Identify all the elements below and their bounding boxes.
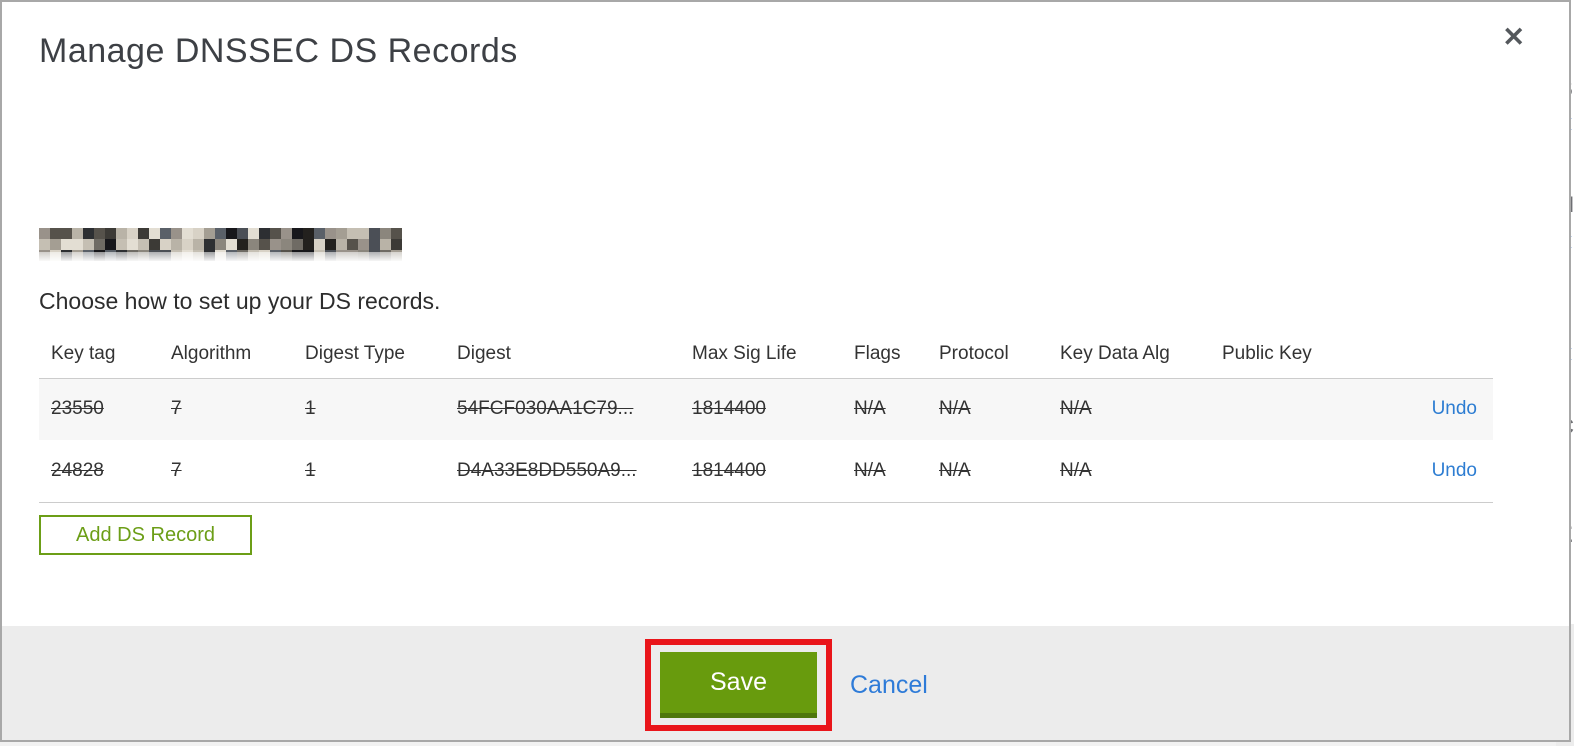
cell-actions: Undo — [1372, 440, 1493, 502]
column-header-flags: Flags — [854, 342, 901, 364]
instruction-text: Choose how to set up your DS records. — [39, 288, 441, 314]
cell-public-key — [1222, 378, 1372, 440]
cell-protocol: N/A — [939, 398, 971, 420]
footer-actions: Save Cancel — [645, 639, 928, 731]
table-header-row: Key tag Algorithm Digest Type Digest Max… — [39, 330, 1493, 378]
add-ds-record-button[interactable]: Add DS Record — [39, 515, 252, 555]
column-header-key-tag: Key tag — [51, 342, 116, 364]
column-header-public-key: Public Key — [1222, 342, 1312, 364]
table-row: 24828 7 1 D4A33E8DD550A9... 1814400 N/A … — [39, 440, 1493, 502]
modal-footer: Save Cancel — [2, 626, 1569, 740]
cell-algorithm: 7 — [171, 398, 182, 420]
cancel-link[interactable]: Cancel — [850, 671, 928, 700]
page-title: Manage DNSSEC DS Records — [39, 32, 518, 70]
column-header-protocol: Protocol — [939, 342, 1009, 364]
column-header-key-data-alg: Key Data Alg — [1060, 342, 1170, 364]
close-icon[interactable]: ✕ — [1502, 24, 1525, 51]
table-row: 23550 7 1 54FCF030AA1C79... 1814400 N/A … — [39, 378, 1493, 440]
cell-key-tag: 24828 — [51, 459, 104, 481]
redacted-domain-name — [39, 228, 402, 261]
undo-link[interactable]: Undo — [1432, 398, 1477, 419]
undo-link[interactable]: Undo — [1432, 460, 1477, 481]
cell-digest-type: 1 — [305, 398, 316, 420]
cell-flags: N/A — [854, 459, 886, 481]
cell-actions: Undo — [1372, 378, 1493, 440]
column-header-digest: Digest — [457, 342, 511, 364]
cell-digest: 54FCF030AA1C79... — [457, 398, 634, 420]
cell-public-key — [1222, 440, 1372, 502]
cell-key-data-alg: N/A — [1060, 398, 1092, 420]
manage-dnssec-modal: Manage DNSSEC DS Records ✕ Choose how to… — [0, 0, 1571, 742]
cell-protocol: N/A — [939, 459, 971, 481]
column-header-algorithm: Algorithm — [171, 342, 252, 364]
cell-digest: D4A33E8DD550A9... — [457, 459, 637, 481]
column-header-max-sig-life: Max Sig Life — [692, 342, 797, 364]
save-button[interactable]: Save — [660, 652, 817, 718]
cell-digest-type: 1 — [305, 459, 316, 481]
cell-key-data-alg: N/A — [1060, 459, 1092, 481]
cell-max-sig-life: 1814400 — [692, 398, 766, 420]
screenshot-canvas: S N L C E Manage DNSSEC DS Records ✕ Cho… — [0, 0, 1574, 746]
save-annotation-box: Save — [645, 639, 832, 731]
cell-max-sig-life: 1814400 — [692, 459, 766, 481]
cell-algorithm: 7 — [171, 459, 182, 481]
cell-key-tag: 23550 — [51, 398, 104, 420]
ds-records-table: Key tag Algorithm Digest Type Digest Max… — [39, 330, 1493, 503]
column-header-digest-type: Digest Type — [305, 342, 405, 364]
column-header-actions — [1372, 330, 1493, 378]
cell-flags: N/A — [854, 398, 886, 420]
